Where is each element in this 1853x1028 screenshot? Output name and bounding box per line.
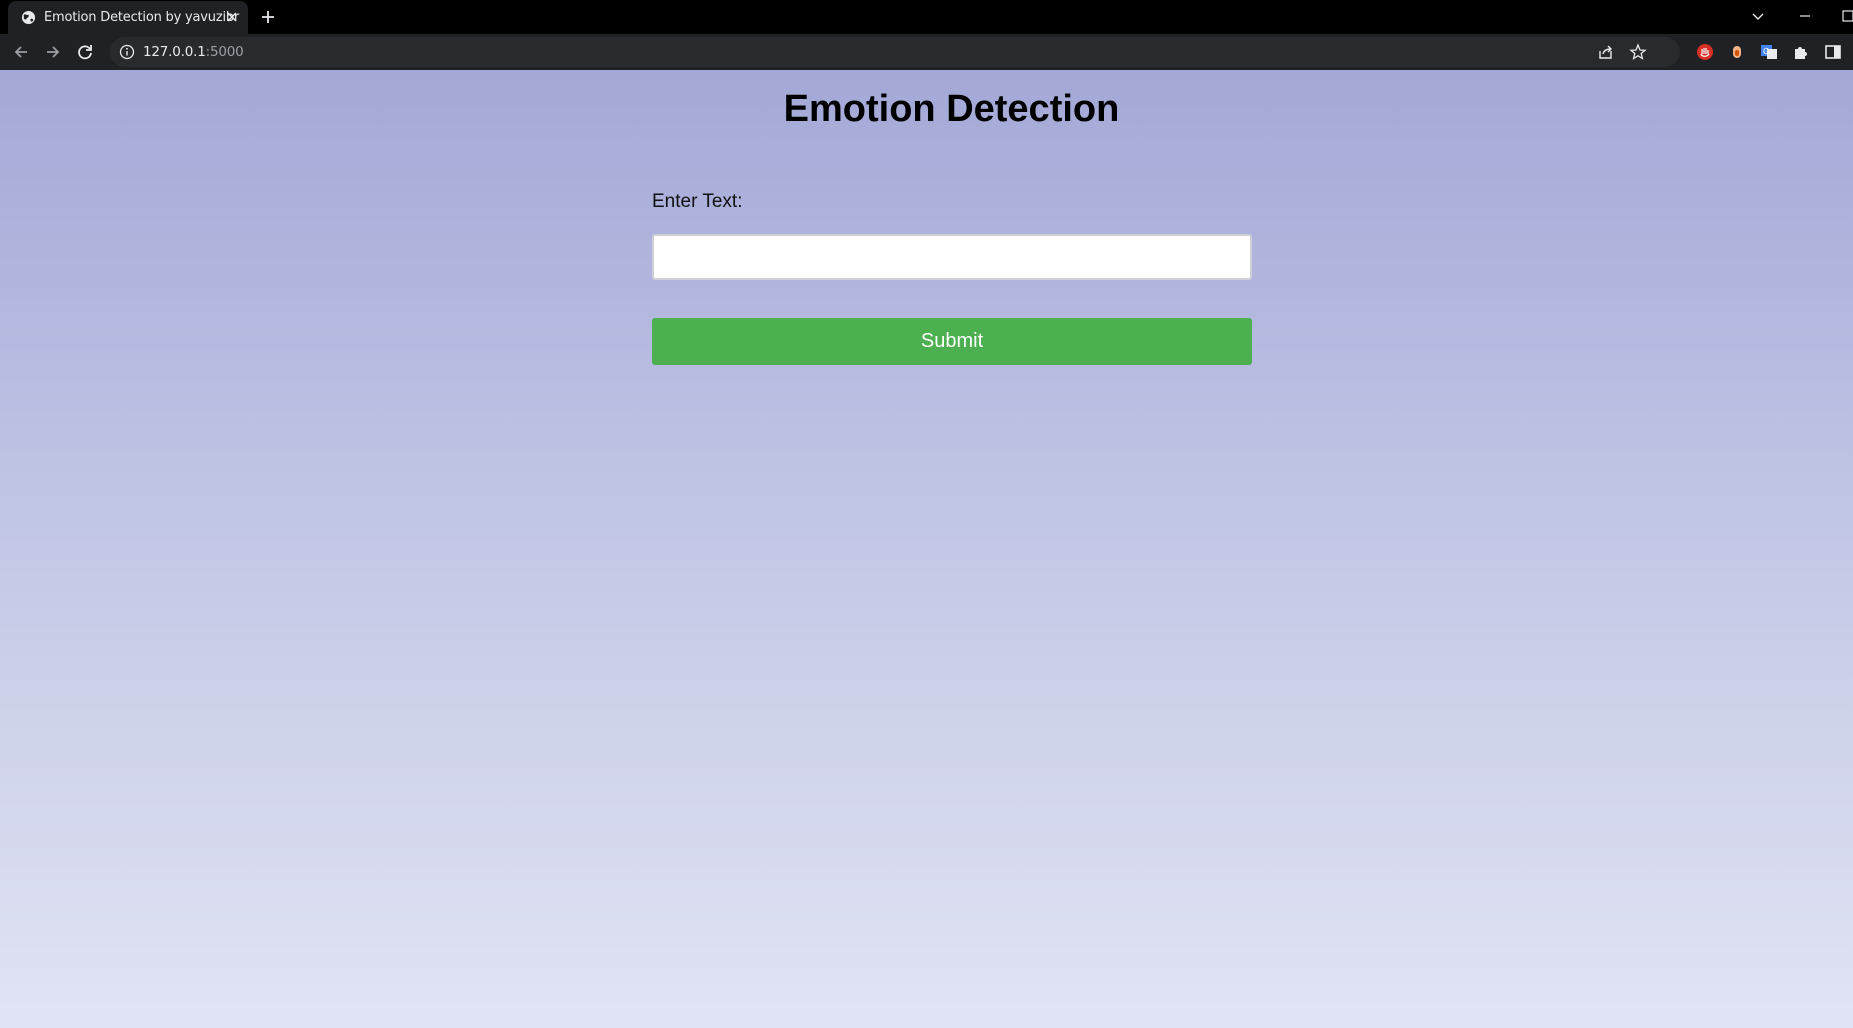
extension-red-icon[interactable] (1694, 41, 1716, 63)
tab-active[interactable]: Emotion Detection by yavuzibr (8, 1, 248, 34)
page-content: Emotion Detection Enter Text: Submit (0, 70, 1853, 1028)
browser-toolbar: 127.0.0.1:5000 G (0, 34, 1853, 70)
info-icon[interactable] (119, 44, 135, 60)
maximize-icon[interactable] (1838, 6, 1853, 26)
tab-title: Emotion Detection by yavuzibr (44, 10, 240, 25)
back-arrow-icon[interactable] (10, 41, 32, 63)
globe-icon (21, 10, 36, 25)
forward-arrow-icon[interactable] (42, 41, 64, 63)
puzzle-icon[interactable] (1790, 41, 1812, 63)
url-host: 127.0.0.1 (143, 44, 206, 60)
close-icon[interactable] (224, 9, 240, 25)
side-panel-icon[interactable] (1822, 41, 1844, 63)
reload-icon[interactable] (74, 41, 96, 63)
star-icon[interactable] (1629, 43, 1647, 61)
browser-window: Emotion Detection by yavuzibr 127.0.0.1:… (0, 0, 1853, 1028)
url-text[interactable]: 127.0.0.1:5000 (143, 44, 244, 60)
address-bar[interactable]: 127.0.0.1:5000 (110, 37, 1680, 67)
new-tab-plus-icon[interactable] (259, 8, 277, 26)
chevron-down-icon[interactable] (1748, 6, 1768, 26)
share-icon[interactable] (1597, 43, 1615, 61)
text-input-label: Enter Text: (652, 191, 743, 212)
tab-strip: Emotion Detection by yavuzibr (0, 0, 1853, 34)
translate-icon[interactable]: G (1758, 41, 1780, 63)
extension-orange-icon[interactable] (1726, 41, 1748, 63)
url-port: :5000 (205, 44, 244, 60)
text-input[interactable] (652, 234, 1252, 280)
submit-button[interactable]: Submit (652, 318, 1252, 365)
minimize-icon[interactable] (1795, 6, 1815, 26)
svg-text:G: G (1763, 47, 1769, 56)
page-title: Emotion Detection (783, 88, 1120, 130)
